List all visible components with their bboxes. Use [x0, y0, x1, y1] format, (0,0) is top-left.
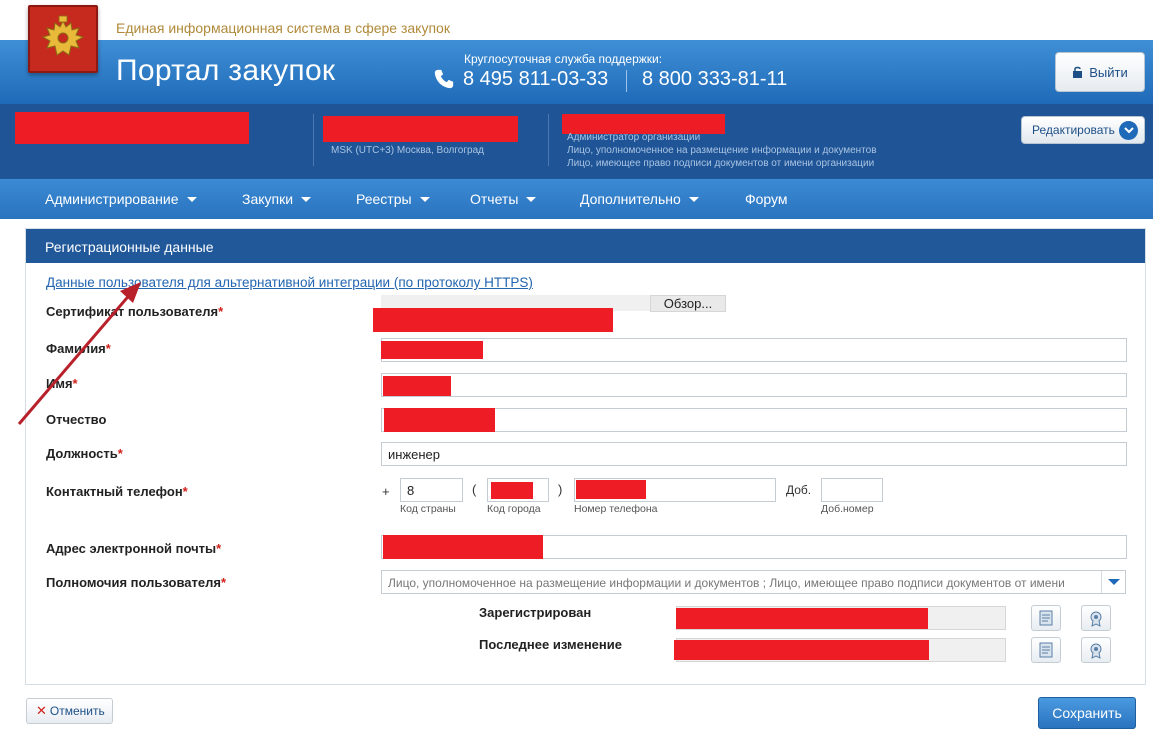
- logout-button[interactable]: Выйти: [1055, 52, 1145, 92]
- nav-reports[interactable]: Отчеты: [470, 191, 537, 207]
- nav-label: Отчеты: [470, 191, 519, 207]
- redacted-phone-number: [576, 480, 646, 499]
- phone-label: Контактный телефон*: [46, 484, 188, 499]
- alt-integration-link[interactable]: Данные пользователя для альтернативной и…: [46, 275, 533, 290]
- country-code-input[interactable]: 8: [400, 478, 463, 502]
- redacted-organization-name: [15, 112, 249, 144]
- redacted-patronymic: [384, 408, 495, 432]
- edit-profile-button[interactable]: Редактировать: [1021, 116, 1145, 144]
- first-name-input[interactable]: [381, 373, 1127, 397]
- first-name-label: Имя*: [46, 376, 78, 391]
- nav-label: Администрирование: [45, 191, 179, 207]
- coat-of-arms-emblem[interactable]: [28, 5, 98, 73]
- redacted-email: [383, 535, 543, 559]
- nav-label: Дополнительно: [580, 191, 681, 207]
- redacted-city-code: [491, 482, 533, 499]
- role-line: Администратор организации: [567, 132, 701, 143]
- divider: [313, 114, 314, 166]
- role-line: Лицо, имеющее право подписи документов о…: [567, 158, 875, 169]
- panel-title: Регистрационные данные: [45, 239, 214, 255]
- save-button[interactable]: Сохранить: [1038, 697, 1136, 729]
- open-paren: (: [472, 482, 477, 497]
- certificate-view-button[interactable]: [1081, 605, 1111, 631]
- lock-icon: [1073, 66, 1083, 78]
- chevron-down-icon: [1107, 579, 1120, 585]
- system-name: Единая информационная система в сфере за…: [116, 20, 450, 36]
- panel-header: Регистрационные данные: [26, 229, 1145, 263]
- timezone-text: MSK (UTC+3) Москва, Волгоград: [331, 145, 484, 156]
- phone-icon: [434, 69, 454, 89]
- nav-registries[interactable]: Реестры: [356, 191, 430, 207]
- caret-down-icon: [526, 196, 537, 202]
- phone-plus: +: [382, 484, 390, 499]
- user-roles: Администратор организации Лицо, уполномо…: [567, 131, 877, 170]
- support-phone-2: 8 800 333-81-11: [642, 68, 788, 90]
- permissions-dropdown-toggle[interactable]: [1101, 571, 1125, 593]
- nav-purchases[interactable]: Закупки: [242, 191, 312, 207]
- phone-separator: [626, 70, 627, 92]
- divider: [548, 114, 549, 166]
- extension-input[interactable]: [821, 478, 883, 502]
- nav-label: Форум: [745, 191, 788, 207]
- registered-label: Зарегистрирован: [479, 605, 592, 620]
- role-line: Лицо, уполномоченное на размещение инфор…: [567, 145, 877, 156]
- country-code-sublabel: Код страны: [400, 503, 456, 515]
- top-strip: Единая информационная система в сфере за…: [0, 0, 1153, 40]
- logout-label: Выйти: [1089, 64, 1128, 80]
- certificate-seal-icon: [1090, 611, 1102, 627]
- redacted-last-name: [381, 341, 483, 359]
- nav-forum[interactable]: Форум: [745, 191, 788, 207]
- edit-label: Редактировать: [1032, 123, 1115, 137]
- support-phone-1: 8 495 811-03-33: [463, 68, 609, 90]
- cancel-button[interactable]: ✕ Отменить: [26, 698, 113, 724]
- portal-title[interactable]: Портал закупок: [116, 54, 335, 88]
- ext-label: Доб.: [786, 483, 812, 497]
- redacted-last-change: [674, 640, 929, 660]
- last-change-label: Последнее изменение: [479, 637, 622, 652]
- email-label: Адрес электронной почты*: [46, 541, 222, 556]
- close-paren: ): [558, 482, 563, 497]
- caret-down-icon: [688, 196, 699, 202]
- patronymic-label: Отчество: [46, 412, 107, 427]
- caret-down-icon: [301, 196, 312, 202]
- position-label: Должность*: [46, 446, 123, 461]
- nav-additional[interactable]: Дополнительно: [580, 191, 699, 207]
- header: Портал закупок Круглосуточная служба под…: [0, 40, 1153, 104]
- main-nav: Администрирование Закупки Реестры Отчеты…: [0, 179, 1153, 219]
- chevron-down-icon: [1119, 121, 1138, 140]
- certificate-seal-icon: [1090, 643, 1102, 659]
- caret-down-icon: [186, 196, 197, 202]
- city-code-sublabel: Код города: [487, 503, 541, 515]
- nav-administration[interactable]: Администрирование: [45, 191, 197, 207]
- document-history-button[interactable]: [1031, 637, 1061, 663]
- document-icon: [1039, 610, 1053, 626]
- redacted-registered: [676, 608, 928, 629]
- caret-down-icon: [419, 196, 430, 202]
- support-label: Круглосуточная служба поддержки:: [464, 52, 663, 66]
- certificate-label: Сертификат пользователя*: [46, 304, 224, 319]
- redacted-certificate: [373, 308, 613, 332]
- redacted-first-name: [383, 376, 451, 396]
- double-headed-eagle-icon: [41, 15, 85, 56]
- user-bar: MSK (UTC+3) Москва, Волгоград Администра…: [0, 104, 1153, 179]
- redacted-user-name: [323, 116, 518, 142]
- ext-sublabel: Доб.номер: [821, 503, 874, 515]
- nav-label: Закупки: [242, 191, 294, 207]
- document-icon: [1039, 642, 1053, 658]
- permissions-select[interactable]: Лицо, уполномоченное на размещение инфор…: [381, 570, 1126, 594]
- certificate-view-button[interactable]: [1081, 637, 1111, 663]
- last-name-label: Фамилия*: [46, 341, 111, 356]
- document-history-button[interactable]: [1031, 605, 1061, 631]
- cancel-label: Отменить: [49, 704, 105, 718]
- nav-label: Реестры: [356, 191, 412, 207]
- permissions-label: Полномочия пользователя*: [46, 575, 226, 590]
- close-icon: ✕: [36, 703, 47, 718]
- number-sublabel: Номер телефона: [574, 503, 658, 515]
- browse-button[interactable]: Обзор...: [650, 295, 726, 312]
- last-name-input[interactable]: [381, 338, 1127, 362]
- position-input[interactable]: инженер: [381, 442, 1127, 466]
